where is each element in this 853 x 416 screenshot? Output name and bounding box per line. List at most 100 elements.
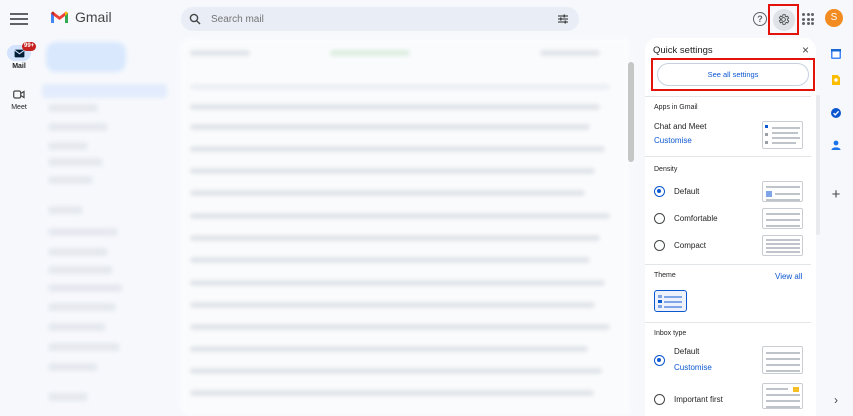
density-compact-preview-icon [762, 235, 803, 256]
divider [645, 322, 811, 323]
quick-settings-panel: Quick settings × See all settings Apps i… [645, 38, 816, 416]
help-icon[interactable]: ? [753, 12, 767, 26]
message-list-scrollbar[interactable] [628, 62, 634, 162]
blurred-row [190, 168, 595, 174]
blurred-mail-area [40, 38, 630, 416]
theme-default-thumbnail[interactable] [654, 290, 687, 312]
blurred-row [190, 324, 610, 330]
blurred-row [190, 346, 588, 352]
inbox-type-section-heading: Inbox type [654, 330, 687, 337]
rail-mail-icon-box: 99+ [7, 42, 37, 61]
blurred-row [190, 280, 605, 286]
apps-section-heading: Apps in Gmail [654, 104, 698, 111]
inbox-important-first-radio[interactable] [654, 394, 665, 405]
keep-icon[interactable] [826, 70, 846, 90]
blurred-row [190, 146, 605, 152]
density-compact-radio[interactable] [654, 240, 665, 251]
density-comfortable-radio[interactable] [654, 213, 665, 224]
inbox-default-label: Default [674, 347, 700, 356]
blurred-row [190, 50, 250, 56]
blurred-nav-item [48, 176, 93, 184]
blurred-message-list [180, 38, 630, 416]
calendar-icon[interactable] [826, 44, 846, 64]
rail-meet-label: Meet [11, 104, 27, 111]
add-addon-icon[interactable]: + [826, 184, 846, 204]
blurred-row [190, 257, 590, 263]
contacts-icon[interactable] [826, 135, 846, 155]
see-all-settings-button[interactable]: See all settings [657, 63, 809, 86]
inbox-default-customise-link[interactable]: Customise [674, 363, 712, 372]
blurred-nav-item [48, 343, 120, 351]
blurred-row [190, 213, 610, 219]
see-all-settings-highlight: See all settings [651, 58, 815, 91]
blurred-nav-item [48, 104, 98, 112]
divider [645, 156, 811, 157]
avatar[interactable]: S [825, 9, 843, 27]
chat-meet-customise-link[interactable]: Customise [654, 136, 692, 145]
tasks-icon[interactable] [826, 103, 846, 123]
blurred-row [540, 50, 600, 56]
blurred-row [330, 50, 410, 56]
density-compact-label: Compact [674, 241, 707, 250]
gear-icon [778, 14, 790, 25]
main-menu-icon[interactable] [10, 10, 28, 28]
search-input[interactable] [211, 13, 541, 25]
blurred-row [190, 124, 590, 130]
density-default-radio[interactable] [654, 186, 665, 197]
theme-view-all-link[interactable]: View all [775, 272, 802, 281]
blurred-nav-item [48, 228, 118, 236]
inbox-important-first-label: Important first [674, 395, 723, 404]
chat-meet-preview-icon [762, 121, 803, 149]
rail-mail[interactable]: 99+ Mail [0, 42, 38, 70]
inbox-default-radio[interactable] [654, 355, 665, 366]
expand-icon[interactable]: › [826, 390, 846, 410]
close-icon[interactable]: × [802, 43, 809, 57]
density-comfortable-preview-icon [762, 208, 803, 229]
blurred-row [190, 235, 600, 241]
rail-mail-label: Mail [12, 63, 26, 70]
unread-badge: 99+ [22, 42, 37, 51]
blurred-nav-item [48, 363, 98, 371]
blurred-nav-item [48, 206, 83, 214]
rail-meet-icon-box [7, 86, 31, 102]
quick-settings-scrollbar[interactable] [816, 95, 820, 235]
divider [645, 264, 811, 265]
blurred-row [190, 368, 602, 374]
gmail-logo-icon [51, 11, 68, 23]
density-default-label: Default [674, 187, 700, 196]
blurred-row [190, 84, 610, 90]
blurred-nav-item [48, 323, 106, 331]
compose-button-blurred [46, 42, 126, 72]
blurred-row [190, 302, 595, 308]
blurred-nav-item [48, 393, 88, 401]
blurred-nav-item [48, 248, 108, 256]
density-default-preview-icon [762, 181, 803, 202]
density-comfortable-label: Comfortable [674, 214, 718, 223]
search-icon[interactable] [189, 13, 201, 25]
quick-settings-title: Quick settings [653, 45, 713, 56]
video-camera-icon [13, 89, 25, 99]
blurred-row [190, 190, 585, 196]
blurred-nav-item [48, 284, 123, 292]
blurred-nav-item [48, 266, 113, 274]
theme-section-heading: Theme [654, 272, 676, 279]
search-options-icon[interactable] [557, 13, 569, 25]
search-bar[interactable] [181, 7, 579, 31]
inbox-important-first-preview-icon [762, 383, 803, 409]
gmail-logo-text: Gmail [75, 9, 112, 25]
blurred-nav-item [42, 84, 167, 98]
blurred-row [190, 104, 600, 110]
inbox-default-preview-icon [762, 346, 803, 374]
blurred-row [190, 390, 594, 396]
chat-meet-label: Chat and Meet [654, 122, 707, 131]
blurred-nav-item [48, 142, 88, 150]
density-section-heading: Density [654, 166, 678, 173]
rail-meet[interactable]: Meet [0, 86, 38, 111]
settings-highlight [768, 4, 799, 35]
top-header: Gmail ? S [0, 0, 853, 38]
gmail-logo[interactable]: Gmail [50, 9, 112, 25]
blurred-nav-item [48, 123, 108, 131]
settings-gear-button[interactable] [772, 8, 795, 31]
google-apps-icon[interactable] [802, 13, 814, 25]
divider [645, 96, 811, 97]
